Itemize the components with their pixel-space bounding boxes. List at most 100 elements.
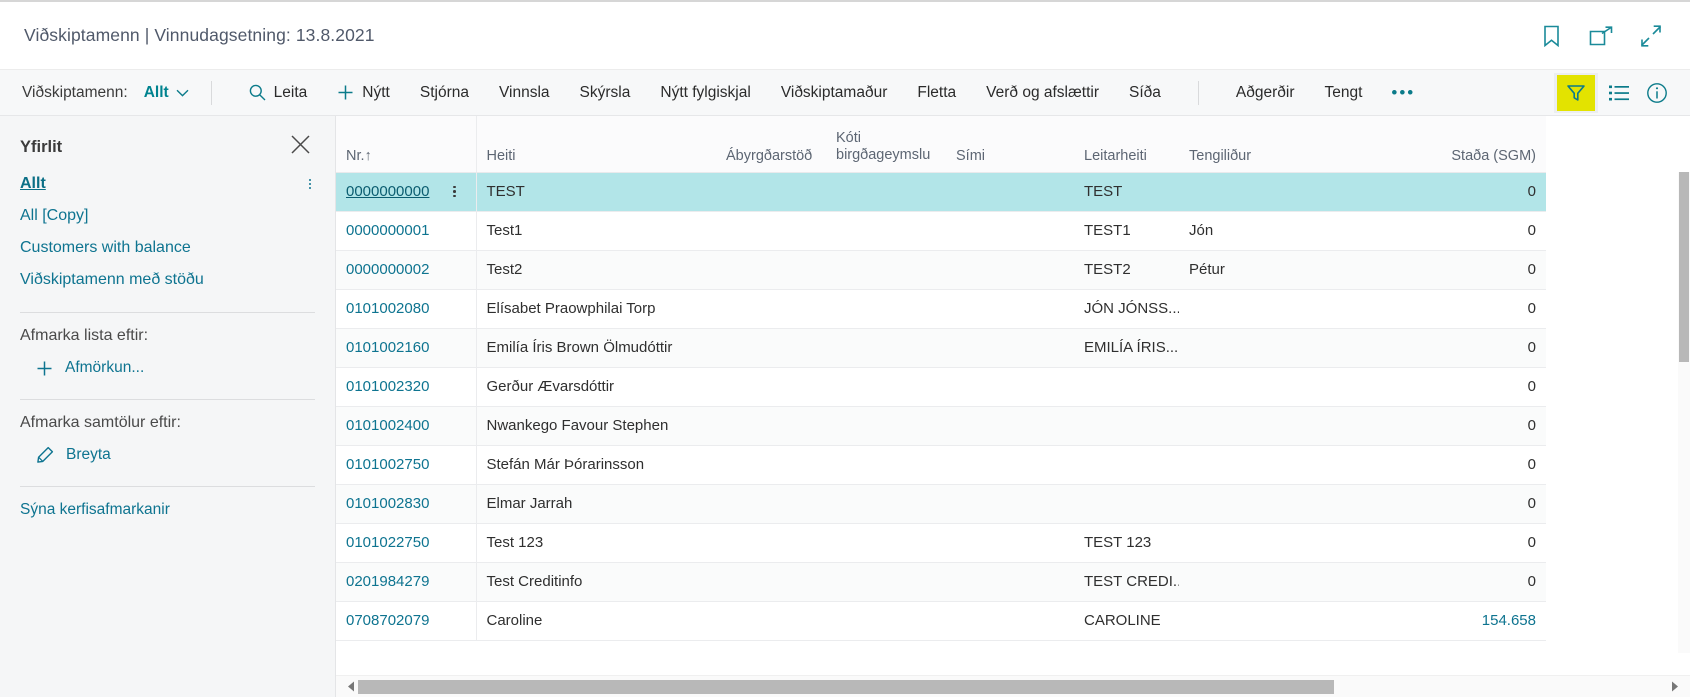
cell-abyrgdarstod[interactable]: [716, 484, 826, 523]
cell-simi[interactable]: [946, 484, 1074, 523]
cell-abyrgdarstod[interactable]: [716, 406, 826, 445]
table-row[interactable]: 0101002160Emilía Íris Brown ÖlmudóttirEM…: [336, 328, 1546, 367]
horizontal-scrollbar[interactable]: [336, 675, 1690, 697]
cell-nr[interactable]: 0101022750: [336, 523, 476, 562]
cell-simi[interactable]: [946, 211, 1074, 250]
cell-leitarheiti[interactable]: [1074, 445, 1179, 484]
cell-leitarheiti[interactable]: JÓN JÓNSS...: [1074, 289, 1179, 328]
cell-koti-birgdageymslu[interactable]: [826, 484, 946, 523]
horizontal-scrollbar-thumb[interactable]: [358, 680, 1334, 694]
cell-abyrgdarstod[interactable]: [716, 211, 826, 250]
show-system-filters-link[interactable]: Sýna kerfisafmarkanir: [20, 487, 170, 519]
vertical-scrollbar[interactable]: [1678, 172, 1690, 653]
table-row[interactable]: 0101002080Elísabet Praowphilai Torp JÓN J…: [336, 289, 1546, 328]
cell-stada[interactable]: 0: [1419, 406, 1546, 445]
more-commands-button[interactable]: •••: [1377, 84, 1429, 101]
menu-nytt-fylgiskjal[interactable]: Nýtt fylgiskjal: [645, 70, 765, 116]
cell-abyrgdarstod[interactable]: [716, 172, 826, 211]
menu-verd-og-afslaettir[interactable]: Verð og afslættir: [971, 70, 1114, 116]
scroll-left-arrow-icon[interactable]: [344, 676, 358, 697]
cell-tengilidur[interactable]: [1179, 445, 1419, 484]
customer-no-link[interactable]: 0201984279: [346, 573, 429, 590]
sidebar-view-allt[interactable]: Allt: [20, 168, 315, 200]
cell-heiti[interactable]: Gerður Ævarsdóttir: [476, 367, 716, 406]
cell-nr[interactable]: 0101002080: [336, 289, 476, 328]
cell-simi[interactable]: [946, 406, 1074, 445]
table-row[interactable]: 0101002400 Nwankego Favour Stephen 0: [336, 406, 1546, 445]
table-row[interactable]: 0000000002Test2TEST2Pétur0: [336, 250, 1546, 289]
cell-koti-birgdageymslu[interactable]: [826, 523, 946, 562]
view-selector[interactable]: Allt: [144, 84, 189, 102]
view-options-icon[interactable]: [305, 179, 315, 189]
customer-no-link[interactable]: 0101002400: [346, 417, 429, 434]
cell-koti-birgdageymslu[interactable]: [826, 406, 946, 445]
cell-tengilidur[interactable]: Jón: [1179, 211, 1419, 250]
add-filter-button[interactable]: Afmörkun...: [20, 353, 315, 383]
cell-leitarheiti[interactable]: TEST 123: [1074, 523, 1179, 562]
menu-skyrsla[interactable]: Skýrsla: [565, 70, 646, 116]
cell-stada[interactable]: 0: [1419, 523, 1546, 562]
menu-stjorna[interactable]: Stjórna: [405, 70, 484, 116]
menu-vidskiptamadur[interactable]: Viðskiptamaður: [766, 70, 903, 116]
cell-stada[interactable]: 0: [1419, 328, 1546, 367]
cell-nr[interactable]: 0708702079: [336, 601, 476, 640]
cell-nr[interactable]: 0101002750: [336, 445, 476, 484]
table-row[interactable]: 0000000000TESTTEST0: [336, 172, 1546, 211]
column-header-tengilidur[interactable]: Tengiliður: [1179, 116, 1419, 172]
cell-stada[interactable]: 0: [1419, 445, 1546, 484]
cell-heiti[interactable]: Nwankego Favour Stephen: [476, 406, 716, 445]
cell-abyrgdarstod[interactable]: [716, 562, 826, 601]
cell-tengilidur[interactable]: [1179, 601, 1419, 640]
cell-heiti[interactable]: Caroline: [476, 601, 716, 640]
cell-stada[interactable]: 0: [1419, 562, 1546, 601]
cell-simi[interactable]: [946, 289, 1074, 328]
menu-vinnsla[interactable]: Vinnsla: [484, 70, 565, 116]
cell-nr[interactable]: 0101002160: [336, 328, 476, 367]
cell-heiti[interactable]: Elísabet Praowphilai Torp: [476, 289, 716, 328]
table-row[interactable]: 0101002830Elmar Jarrah0: [336, 484, 1546, 523]
cell-simi[interactable]: [946, 445, 1074, 484]
column-header-simi[interactable]: Sími: [946, 116, 1074, 172]
cell-leitarheiti[interactable]: TEST CREDI...: [1074, 562, 1179, 601]
table-row[interactable]: 0101002320 Gerður Ævarsdóttir 0: [336, 367, 1546, 406]
cell-simi[interactable]: [946, 172, 1074, 211]
cell-heiti[interactable]: Stefán Már Þórarinsson: [476, 445, 716, 484]
cell-tengilidur[interactable]: [1179, 328, 1419, 367]
cell-leitarheiti[interactable]: EMILÍA ÍRIS...: [1074, 328, 1179, 367]
vertical-scrollbar-thumb[interactable]: [1679, 172, 1689, 362]
table-row[interactable]: 0000000001Test1TEST1Jón0: [336, 211, 1546, 250]
cell-tengilidur[interactable]: [1179, 289, 1419, 328]
customer-no-link[interactable]: 0000000001: [346, 222, 429, 239]
table-row[interactable]: 0101022750Test 123TEST 1230: [336, 523, 1546, 562]
table-row[interactable]: 0101002750Stefán Már Þórarinsson 0: [336, 445, 1546, 484]
bookmark-icon[interactable]: [1538, 23, 1564, 49]
column-header-koti-birgdageymslu[interactable]: Kóti birgðageymslu: [826, 116, 946, 172]
customer-no-link[interactable]: 0101002320: [346, 378, 429, 395]
customer-no-link[interactable]: 0000000000: [346, 183, 429, 200]
cell-heiti[interactable]: Test Creditinfo: [476, 562, 716, 601]
list-view-button[interactable]: [1602, 77, 1636, 109]
customer-no-link[interactable]: 0101002160: [346, 339, 429, 356]
cell-koti-birgdageymslu[interactable]: [826, 172, 946, 211]
cell-stada[interactable]: 0: [1419, 172, 1546, 211]
filter-pane-button[interactable]: [1559, 77, 1593, 109]
customer-no-link[interactable]: 0101022750: [346, 534, 429, 551]
cell-koti-birgdageymslu[interactable]: [826, 211, 946, 250]
cell-abyrgdarstod[interactable]: [716, 367, 826, 406]
cell-simi[interactable]: [946, 250, 1074, 289]
horizontal-scrollbar-track[interactable]: [358, 680, 1668, 694]
cell-nr[interactable]: 0201984279: [336, 562, 476, 601]
cell-abyrgdarstod[interactable]: [716, 523, 826, 562]
scroll-right-arrow-icon[interactable]: [1668, 676, 1682, 697]
cell-koti-birgdageymslu[interactable]: [826, 601, 946, 640]
cell-nr[interactable]: 0000000002: [336, 250, 476, 289]
cell-stada[interactable]: 0: [1419, 367, 1546, 406]
cell-tengilidur[interactable]: [1179, 523, 1419, 562]
sidebar-view-vidskiptamenn-med-stodu[interactable]: Viðskiptamenn með stöðu: [20, 264, 315, 296]
column-header-heiti[interactable]: Heiti: [476, 116, 716, 172]
cell-stada[interactable]: 0: [1419, 484, 1546, 523]
cell-tengilidur[interactable]: [1179, 562, 1419, 601]
cell-stada[interactable]: 154.658: [1419, 601, 1546, 640]
cell-stada[interactable]: 0: [1419, 289, 1546, 328]
cell-heiti[interactable]: TEST: [476, 172, 716, 211]
